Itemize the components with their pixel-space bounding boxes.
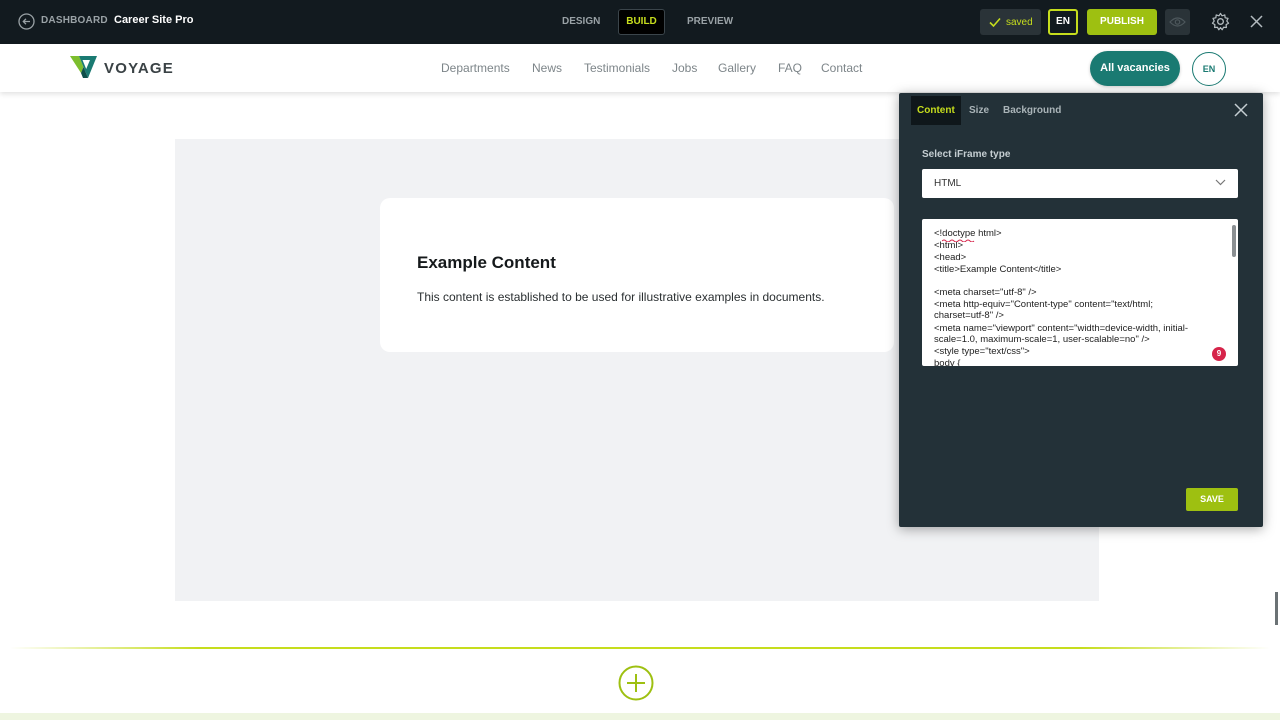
voyage-logo-icon: [70, 56, 97, 78]
code-line: <style type="text/css">: [934, 346, 1030, 357]
nav-contact[interactable]: Contact: [821, 61, 862, 75]
code-line: charset=utf-8" />: [934, 310, 1004, 321]
add-section-icon[interactable]: [618, 665, 654, 701]
builder-toolbar: DASHBOARD Career Site Pro DESIGN BUILD P…: [0, 0, 1280, 44]
iframe-type-label: Select iFrame type: [922, 149, 1011, 160]
site-name: Career Site Pro: [114, 14, 194, 26]
code-line: <title>Example Content</title>: [934, 264, 1062, 275]
logo-text: VOYAGE: [104, 60, 175, 77]
check-icon: [989, 17, 1001, 28]
preview-eye-button[interactable]: [1165, 9, 1190, 35]
tab-content[interactable]: Content: [911, 96, 961, 125]
panel-close-icon[interactable]: [1234, 103, 1248, 117]
code-line: <meta http-equiv="Content-type" content=…: [934, 299, 1153, 310]
code-line: <meta name="viewport" content="width=dev…: [934, 323, 1189, 334]
iframe-settings-panel: Content Size Background Select iFrame ty…: [899, 93, 1263, 527]
iframe-type-value: HTML: [934, 178, 962, 189]
nav-gallery[interactable]: Gallery: [718, 61, 756, 75]
nav-departments[interactable]: Departments: [441, 61, 510, 75]
iframe-type-select[interactable]: HTML: [922, 169, 1238, 198]
html-code-editor[interactable]: <!doctype html> <html> <head> <title>Exa…: [922, 219, 1238, 366]
saved-status: saved: [980, 9, 1041, 35]
back-arrow-icon[interactable]: [18, 13, 35, 30]
gear-icon[interactable]: [1211, 12, 1230, 31]
nav-faq[interactable]: FAQ: [778, 61, 802, 75]
code-line: scale=1.0, maximum-scale=1, user-scalabl…: [934, 334, 1150, 345]
code-line: <!doctype html>: [934, 228, 1002, 239]
error-count-badge: 9: [1212, 347, 1226, 361]
mode-preview-tab[interactable]: PREVIEW: [687, 16, 733, 27]
content-title: Example Content: [417, 253, 556, 272]
saved-label: saved: [1006, 17, 1033, 28]
content-text: This content is established to be used f…: [417, 290, 825, 304]
save-button[interactable]: SAVE: [1186, 488, 1238, 511]
spellcheck-underline: [942, 239, 975, 242]
code-line: <meta charset="utf-8" />: [934, 287, 1037, 298]
nav-testimonials[interactable]: Testimonials: [584, 61, 650, 75]
code-line: body {: [934, 358, 961, 366]
section-divider: [10, 647, 1270, 649]
footer-strip: [0, 713, 1280, 720]
code-scrollbar[interactable]: [1232, 225, 1236, 257]
tab-size[interactable]: Size: [969, 96, 989, 125]
nav-jobs[interactable]: Jobs: [672, 61, 697, 75]
content-card: Example Content This content is establis…: [380, 198, 894, 352]
publish-button[interactable]: PUBLISH: [1087, 9, 1157, 35]
close-icon[interactable]: [1249, 14, 1264, 29]
language-button[interactable]: EN: [1048, 9, 1078, 35]
nav-news[interactable]: News: [532, 61, 562, 75]
mode-design-tab[interactable]: DESIGN: [562, 16, 600, 27]
tab-background[interactable]: Background: [1003, 96, 1061, 125]
mode-build-tab[interactable]: BUILD: [618, 9, 665, 35]
page-scrollbar[interactable]: [1275, 592, 1278, 625]
code-line: <head>: [934, 252, 967, 263]
site-header: VOYAGE Departments News Testimonials Job…: [0, 44, 1280, 92]
site-language-button[interactable]: EN: [1192, 52, 1226, 86]
all-vacancies-button[interactable]: All vacancies: [1090, 51, 1180, 86]
eye-icon: [1169, 17, 1186, 27]
chevron-down-icon: [1215, 179, 1226, 186]
dashboard-link[interactable]: DASHBOARD: [41, 15, 108, 26]
